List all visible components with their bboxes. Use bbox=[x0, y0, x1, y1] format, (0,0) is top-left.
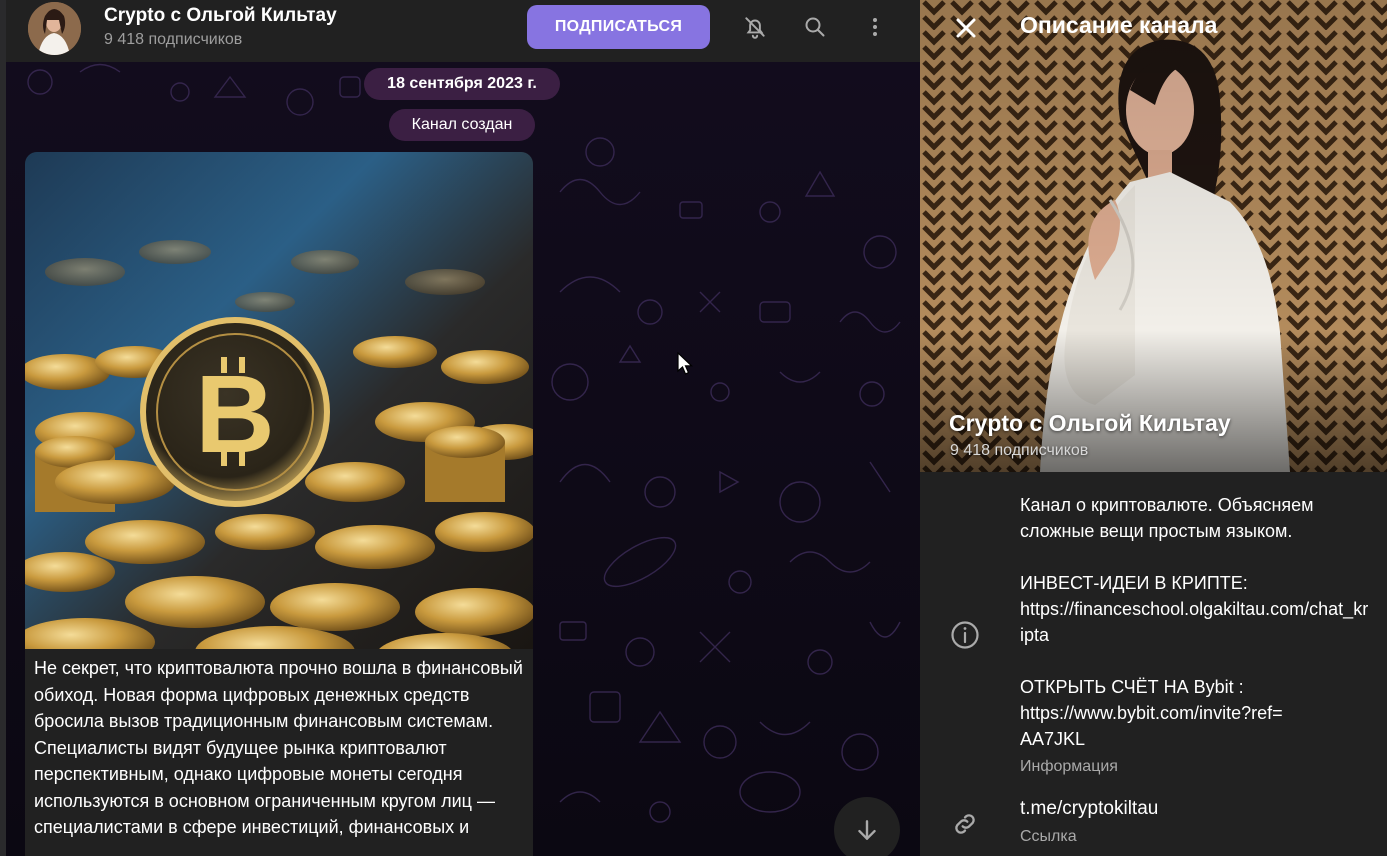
panel-title: Описание канала bbox=[1020, 12, 1218, 38]
search-icon[interactable] bbox=[800, 12, 830, 42]
link-caption: Ссылка bbox=[1020, 828, 1077, 845]
chat-area: Crypto с Ольгой Кильтау 9 418 подписчико… bbox=[0, 0, 920, 856]
description-line: Канал о криптовалюте. Объясняем сложные … bbox=[1020, 495, 1314, 541]
more-vert-icon[interactable] bbox=[860, 12, 890, 42]
date-pill: 18 сентября 2023 г. bbox=[364, 68, 560, 100]
scroll-down-button[interactable] bbox=[834, 797, 900, 856]
subscriber-count: 9 418 подписчиков bbox=[104, 31, 243, 48]
channel-photo-hero[interactable]: Описание канала Crypto с Ольгой Кильтау … bbox=[920, 0, 1387, 472]
description-line: ОТКРЫТЬ СЧЁТ НА Bybit : bbox=[1020, 677, 1244, 697]
message-text: Не секрет, что криптовалюта прочно вошла… bbox=[34, 658, 523, 837]
channel-info-panel: Описание канала Crypto с Ольгой Кильтау … bbox=[920, 0, 1387, 856]
window-edge bbox=[0, 0, 6, 856]
arrow-down-icon bbox=[858, 820, 876, 840]
description-link[interactable]: https://financeschool.olgakiltau.com/cha… bbox=[1020, 596, 1370, 648]
channel-link[interactable]: t.me/cryptokiltau bbox=[1020, 798, 1158, 820]
channel-photo bbox=[920, 0, 1387, 472]
link-icon bbox=[951, 810, 979, 838]
chat-header: Crypto с Ольгой Кильтау 9 418 подписчико… bbox=[6, 0, 920, 62]
message-bubble[interactable]: B Не секрет, что криптовалюта прочно вош… bbox=[25, 152, 533, 856]
message-photo[interactable]: B bbox=[25, 152, 533, 649]
close-icon bbox=[956, 18, 976, 38]
mute-icon[interactable] bbox=[740, 12, 770, 42]
channel-avatar[interactable] bbox=[28, 2, 81, 55]
description-link[interactable]: https://www.bybit.com/invite?ref=AA7JKL bbox=[1020, 700, 1290, 752]
hero-subscriber-count: 9 418 подписчиков bbox=[950, 442, 1089, 459]
telegram-app: Crypto с Ольгой Кильтау 9 418 подписчико… bbox=[0, 0, 1387, 856]
service-message: Канал создан bbox=[389, 109, 535, 141]
subscribe-button[interactable]: ПОДПИСАТЬСЯ bbox=[527, 5, 710, 49]
description-line: ИНВЕСТ-ИДЕИ В КРИПТЕ: bbox=[1020, 573, 1248, 593]
svg-text:B: B bbox=[195, 353, 274, 476]
info-icon bbox=[950, 620, 980, 650]
channel-description[interactable]: Канал о криптовалюте. Объясняем сложные … bbox=[1020, 492, 1370, 752]
channel-title[interactable]: Crypto с Ольгой Кильтау bbox=[104, 5, 337, 27]
hero-channel-name: Crypto с Ольгой Кильтау bbox=[949, 410, 1231, 436]
close-button[interactable] bbox=[950, 12, 982, 44]
description-caption: Информация bbox=[1020, 758, 1118, 775]
mouse-cursor bbox=[677, 352, 693, 375]
